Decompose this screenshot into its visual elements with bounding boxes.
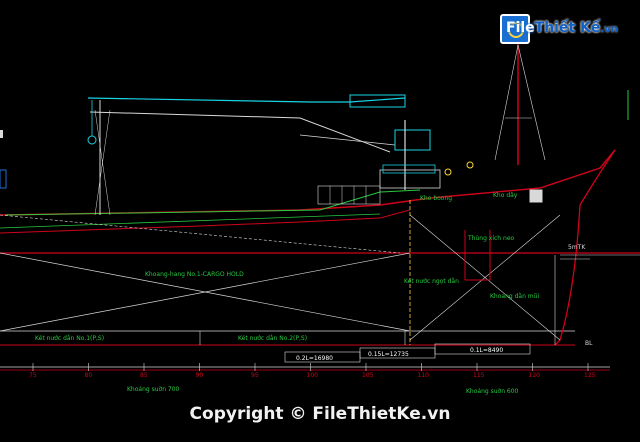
dim-label-2: 0.15L=12735	[368, 351, 409, 358]
logo-tld: .vn	[600, 24, 618, 35]
dim-label-3: 0.1L=8490	[470, 347, 503, 354]
anchor-icon	[529, 189, 543, 203]
copyright-watermark: Copyright © FileThietKe.vn	[189, 404, 451, 424]
frame-tick-label: 120	[529, 372, 541, 379]
frame-tick-label: 125	[584, 372, 596, 379]
label-thung-xich: Thùng xích neo	[467, 235, 515, 242]
frame-tick-label: 95	[251, 372, 259, 379]
frame-tick-label: 85	[140, 372, 148, 379]
logo-prefix: File	[506, 20, 535, 36]
label-khoang-suon-600: Khoảng suờn 600	[466, 388, 519, 395]
label-ket-dan-2: Két nước dằn No.2(P,S)	[238, 335, 307, 342]
label-ket-nuoc-dan: Két nước ngọt dằn	[404, 278, 459, 285]
marker-5m: 5mTK	[568, 244, 586, 251]
label-khoang-dan-mui: Khoang dằn mũi	[490, 293, 539, 300]
label-ket-dan-1: Két nước dằn No.1(P,S)	[35, 335, 104, 342]
frame-tick-label: 80	[85, 372, 93, 379]
label-kho-boong: Kho boong	[420, 195, 452, 202]
logo-wordmark: FileThiết Kế.vn	[506, 20, 618, 36]
dim-label-1: 0.2L=16980	[296, 355, 333, 362]
marker-bl: BL	[585, 340, 593, 347]
frame-tick-label: 110	[418, 372, 430, 379]
brand-logo[interactable]: FileThiết Kế.vn	[500, 14, 620, 48]
label-kho-day: Kho dây	[493, 192, 518, 199]
label-khoang-xuan: Khoảng suờn 700	[127, 386, 180, 393]
frame-tick-label: 115	[473, 372, 485, 379]
logo-brand: Thiết Kế	[534, 20, 601, 36]
frame-tick-label: 100	[307, 372, 319, 379]
frame-tick-label: 105	[362, 372, 374, 379]
frame-tick-label: 90	[196, 372, 204, 379]
cad-drawing-canvas[interactable]: 7580859095100105110115120125130135 Khoan…	[0, 0, 640, 442]
frame-tick-label: 75	[29, 372, 37, 379]
label-cargo-hold: Khoang-hang No.1-CARGO HOLD	[145, 271, 244, 278]
